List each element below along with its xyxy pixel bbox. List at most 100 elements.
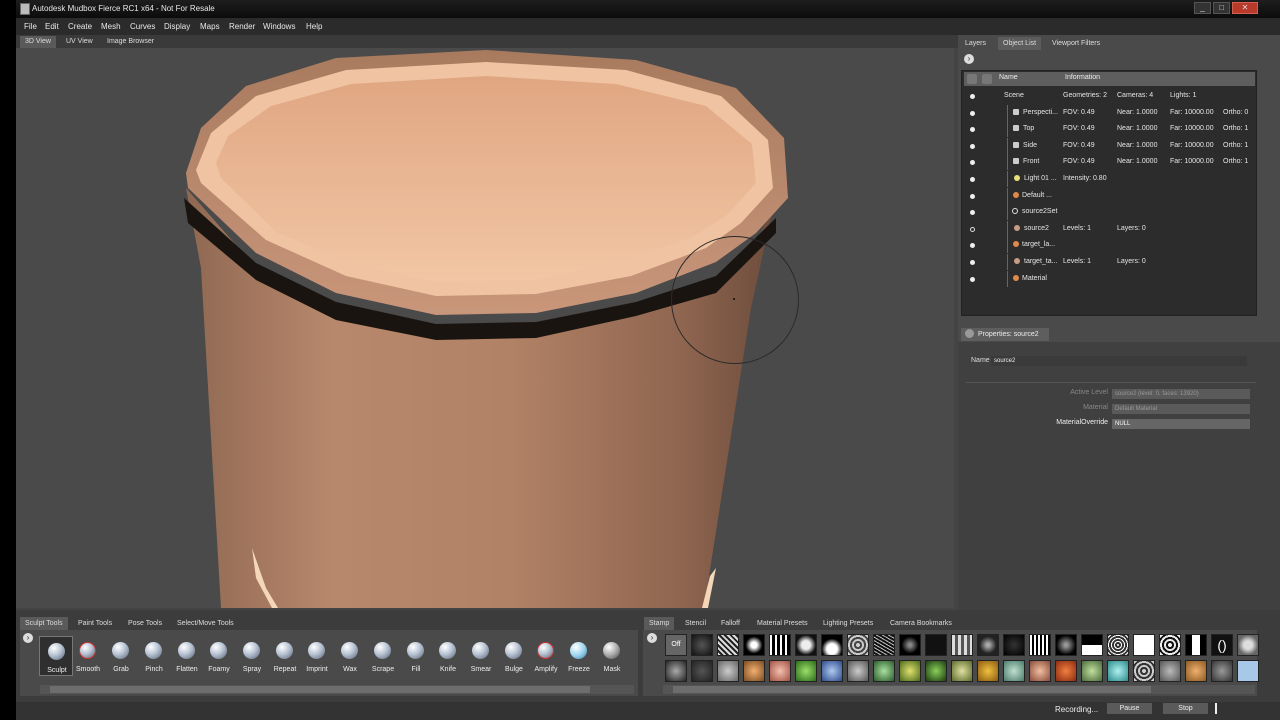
visibility-dot-icon[interactable] (970, 243, 975, 248)
pause-button[interactable]: Pause (1107, 703, 1152, 714)
visibility-dot-icon[interactable] (970, 260, 975, 265)
visibility-dot-icon[interactable] (970, 144, 975, 149)
mask-tool[interactable]: Mask (595, 636, 629, 676)
visibility-dot-icon[interactable] (970, 177, 975, 182)
tab-select-move-tools[interactable]: Select/Move Tools (172, 617, 239, 630)
tab-camera-bookmarks[interactable]: Camera Bookmarks (885, 617, 957, 630)
list-row-light[interactable]: Light 01 ... Intensity: 0.80 (962, 171, 1256, 187)
stamp-thumb[interactable] (1081, 660, 1103, 682)
minimize-button[interactable]: _ (1194, 2, 1211, 14)
header-name[interactable]: Name (999, 74, 1018, 81)
stamp-thumb[interactable] (1159, 634, 1181, 656)
tab-pose-tools[interactable]: Pose Tools (123, 617, 167, 630)
stamp-shelf-scroll-thumb[interactable] (673, 686, 1151, 693)
stamp-thumb[interactable] (691, 634, 713, 656)
list-row-target-la[interactable]: target_la... (962, 237, 1256, 253)
list-row-front[interactable]: Front FOV: 0.49 Near: 1.0000 Far: 10000.00 O… (962, 154, 1256, 170)
stamp-thumb[interactable] (795, 634, 817, 656)
sculpt-shelf-scroll-thumb[interactable] (50, 686, 590, 693)
list-row-top[interactable]: Top FOV: 0.49 Near: 1.0000 Far: 10000.00 Ort… (962, 121, 1256, 137)
stamp-thumb[interactable] (899, 634, 921, 656)
stamp-thumb[interactable] (795, 660, 817, 682)
menu-maps[interactable]: Maps (200, 22, 220, 31)
tab-uv-view[interactable]: UV View (61, 36, 98, 48)
stamp-thumb[interactable] (1185, 634, 1207, 656)
tab-3d-view[interactable]: 3D View (20, 36, 56, 48)
stamp-thumb[interactable] (899, 660, 921, 682)
stamp-thumb[interactable] (1055, 660, 1077, 682)
expand-arrow-icon[interactable]: › (964, 54, 974, 64)
stamp-thumb[interactable]: () (1211, 634, 1233, 656)
stamp-thumb[interactable] (821, 660, 843, 682)
menu-help[interactable]: Help (306, 22, 322, 31)
tab-lighting-presets[interactable]: Lighting Presets (818, 617, 878, 630)
tab-falloff[interactable]: Falloff (716, 617, 745, 630)
list-row-target-ta[interactable]: target_ta... Levels: 1 Layers: 0 (962, 254, 1256, 270)
tab-material-presets[interactable]: Material Presets (752, 617, 813, 630)
tab-image-browser[interactable]: Image Browser (102, 36, 159, 48)
stamp-thumb[interactable] (951, 660, 973, 682)
tab-paint-tools[interactable]: Paint Tools (73, 617, 117, 630)
visibility-dot-icon[interactable] (970, 227, 975, 232)
stamp-thumb[interactable] (717, 634, 739, 656)
visibility-dot-icon[interactable] (970, 127, 975, 132)
stamp-thumb[interactable] (1159, 660, 1181, 682)
stamp-thumb[interactable] (1133, 634, 1155, 656)
stamp-thumb[interactable] (1029, 634, 1051, 656)
stamp-thumb[interactable] (665, 660, 687, 682)
stamp-thumb[interactable] (1003, 634, 1025, 656)
stamp-thumb[interactable] (769, 660, 791, 682)
list-row-side[interactable]: Side FOV: 0.49 Near: 1.0000 Far: 10000.00 Or… (962, 138, 1256, 154)
header-information[interactable]: Information (1065, 74, 1100, 81)
menu-edit[interactable]: Edit (45, 22, 59, 31)
stamp-thumb[interactable] (1081, 634, 1103, 656)
menu-display[interactable]: Display (164, 22, 190, 31)
stamp-thumb[interactable] (769, 634, 791, 656)
tab-stamp[interactable]: Stamp (644, 617, 675, 630)
stamp-thumb[interactable] (1029, 660, 1051, 682)
stamp-thumb[interactable] (977, 660, 999, 682)
menu-curves[interactable]: Curves (130, 22, 155, 31)
stamp-thumb[interactable] (873, 634, 895, 656)
visibility-dot-icon[interactable] (970, 277, 975, 282)
stamp-thumb[interactable] (951, 634, 973, 656)
visibility-eye-icon[interactable] (967, 74, 977, 84)
stamp-expand-icon[interactable]: › (647, 633, 657, 643)
stamp-thumb[interactable] (1211, 660, 1233, 682)
visibility-dot-icon[interactable] (970, 111, 975, 116)
name-field[interactable]: source2 (991, 356, 1247, 366)
stamp-thumb[interactable] (743, 660, 765, 682)
stamp-off-button[interactable]: Off (665, 634, 687, 656)
stamp-thumb[interactable] (1055, 634, 1077, 656)
stamp-thumb[interactable] (691, 660, 713, 682)
material-override-dropdown[interactable]: NULL (1112, 419, 1250, 429)
lock-icon[interactable] (982, 74, 992, 84)
list-row-source2[interactable]: source2 Levels: 1 Layers: 0 (962, 221, 1256, 237)
close-button[interactable]: ✕ (1232, 2, 1258, 14)
stamp-thumb[interactable] (1133, 660, 1155, 682)
stamp-thumb[interactable] (873, 660, 895, 682)
stamp-thumb[interactable] (925, 660, 947, 682)
stamp-thumb[interactable] (1237, 660, 1259, 682)
visibility-dot-icon[interactable] (970, 94, 975, 99)
stamp-thumb[interactable] (925, 634, 947, 656)
maximize-button[interactable]: □ (1213, 2, 1230, 14)
menu-mesh[interactable]: Mesh (101, 22, 121, 31)
stamp-thumb[interactable] (847, 634, 869, 656)
list-row-material[interactable]: Material (962, 271, 1256, 287)
list-row-scene[interactable]: Scene Geometries: 2 Cameras: 4 Lights: 1 (962, 88, 1256, 104)
stamp-thumb[interactable] (1107, 660, 1129, 682)
stamp-thumb[interactable] (1237, 634, 1259, 656)
stamp-thumb[interactable] (1107, 634, 1129, 656)
visibility-dot-icon[interactable] (970, 194, 975, 199)
tab-sculpt-tools[interactable]: Sculpt Tools (20, 617, 68, 630)
active-level-dropdown[interactable]: source2 (level: 0, faces: 13920) (1112, 389, 1250, 399)
tab-layers[interactable]: Layers (960, 37, 991, 50)
stamp-thumb[interactable] (977, 634, 999, 656)
menu-create[interactable]: Create (68, 22, 92, 31)
tab-object-list[interactable]: Object List (998, 37, 1042, 50)
menu-render[interactable]: Render (229, 22, 255, 31)
tab-viewport-filters[interactable]: Viewport Filters (1047, 37, 1105, 50)
visibility-dot-icon[interactable] (970, 210, 975, 215)
list-row-perspective[interactable]: Perspecti... FOV: 0.49 Near: 1.0000 Far: 10… (962, 105, 1256, 121)
